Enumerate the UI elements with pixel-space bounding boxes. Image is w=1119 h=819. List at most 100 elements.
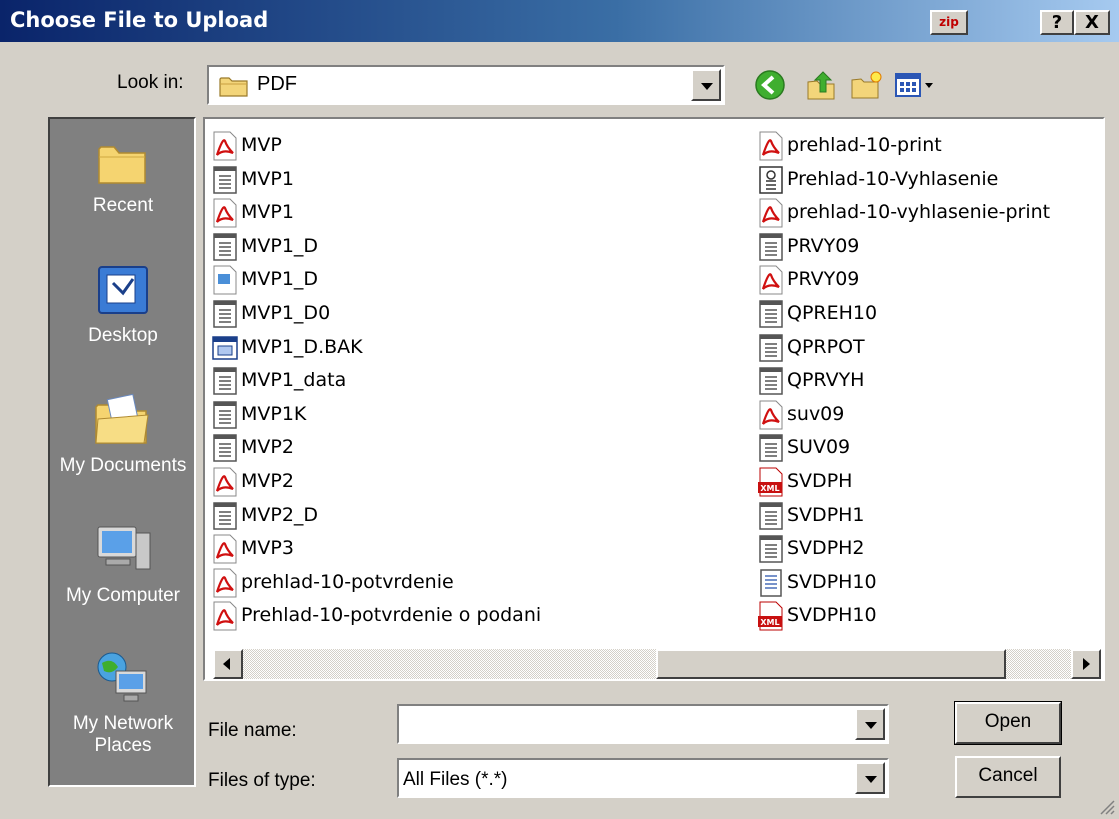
place-my-network-places[interactable]: My Network Places <box>50 647 196 757</box>
text-document-icon <box>213 401 237 429</box>
file-name: MVP1 <box>241 201 294 224</box>
text-document-icon <box>213 434 237 463</box>
file-type-dropdown-button[interactable] <box>855 762 885 794</box>
file-name: MVP2 <box>241 470 294 492</box>
scroll-left-button[interactable] <box>213 649 243 679</box>
up-folder-icon[interactable] <box>804 68 838 102</box>
my-computer-icon <box>97 526 151 570</box>
help-button[interactable]: ? <box>1040 10 1074 35</box>
my-documents-icon <box>95 393 149 444</box>
file-name: MVP1 <box>241 167 294 190</box>
file-type-value: All Files (*.*) <box>403 769 508 790</box>
text-document-icon <box>213 367 237 395</box>
place-label: Recent <box>92 195 154 216</box>
pdf-file-icon <box>759 400 783 430</box>
look-in-dropdown[interactable]: PDF <box>207 65 725 105</box>
place-label: My Documents <box>59 455 187 476</box>
file-type-dropdown[interactable]: All Files (*.*) <box>397 758 889 798</box>
pdf-file-icon <box>213 467 237 497</box>
file-list[interactable]: MVP MVP1 MVP1 MVP1_D MVP1_D MVP1_D0 MVP1_D.BAK… <box>203 117 1105 681</box>
file-name: prehlad-10-potvrdenie <box>241 570 454 593</box>
cancel-button[interactable]: Cancel <box>955 756 1061 798</box>
text-document-icon <box>213 233 237 261</box>
file-name: MVP1_D <box>241 268 319 291</box>
resize-grip-icon[interactable] <box>1097 797 1115 815</box>
svg-text:XML: XML <box>760 618 779 627</box>
text-document-icon <box>213 300 237 328</box>
zip-button[interactable]: zip <box>930 10 968 35</box>
backup-file-icon <box>212 335 238 360</box>
file-name: prehlad-10-vyhlasenie-print <box>787 201 1051 224</box>
scroll-thumb[interactable] <box>656 649 1006 679</box>
text-document-icon <box>213 501 237 530</box>
scroll-right-button[interactable] <box>1071 649 1101 679</box>
recent-folder-icon <box>98 146 146 184</box>
file-name: PRVY09 <box>787 234 860 257</box>
file-name: SVDPH1 <box>787 503 865 526</box>
file-name: MVP1K <box>241 402 307 425</box>
place-label: My Network Places <box>72 713 174 756</box>
title-bar: Choose File to Upload zip ? X <box>0 0 1119 42</box>
new-folder-icon[interactable] <box>850 68 884 102</box>
file-name-field[interactable] <box>397 704 889 744</box>
place-desktop[interactable]: Desktop <box>50 261 196 347</box>
place-recent[interactable]: Recent <box>50 135 196 217</box>
file-name: suv09 <box>787 402 845 425</box>
file-name: SVDPH2 <box>787 537 865 560</box>
file-name: MVP2_D <box>241 503 319 526</box>
file-name-dropdown-button[interactable] <box>855 708 885 740</box>
file-name: MVP1_D.BAK <box>241 335 363 358</box>
notepad-file-icon <box>760 569 782 597</box>
folder-icon <box>219 77 248 97</box>
pdf-file-icon <box>213 131 237 161</box>
file-name: Prehlad-10-potvrdenie o podani <box>241 604 542 627</box>
file-type-label: Files of type: <box>208 770 316 791</box>
file-name: MVP1_data <box>241 369 347 392</box>
file-name: SVDPH <box>787 470 853 492</box>
view-menu-icon[interactable] <box>893 68 943 102</box>
file-name: MVP1_D <box>241 234 319 257</box>
file-name-label: File name: <box>208 720 297 741</box>
file-name: MVP2 <box>241 436 294 459</box>
file-name: MVP3 <box>241 537 294 560</box>
pdf-file-icon <box>213 601 237 631</box>
file-name: SVDPH10 <box>787 604 877 627</box>
pdf-file-icon <box>759 265 783 295</box>
text-document-icon <box>759 501 783 530</box>
xml-file-icon: XML <box>758 467 783 497</box>
back-icon[interactable] <box>753 68 787 102</box>
text-document-icon <box>759 367 783 395</box>
pdf-file-icon <box>759 198 783 228</box>
image-file-icon <box>213 265 237 295</box>
text-document-icon <box>759 233 783 261</box>
place-label: My Computer <box>65 585 181 606</box>
file-name: QPRVYH <box>787 369 865 392</box>
pdf-file-icon <box>213 568 237 598</box>
xml-file-icon: XML <box>758 601 783 631</box>
look-in-label: Look in: <box>117 72 184 93</box>
file-name: QPREH10 <box>787 302 878 324</box>
text-document-icon <box>759 434 783 463</box>
pdf-file-icon <box>213 198 237 228</box>
window-title: Choose File to Upload <box>10 8 269 32</box>
svg-text:XML: XML <box>760 484 779 493</box>
close-button[interactable]: X <box>1074 10 1110 35</box>
pdf-file-icon <box>759 131 783 161</box>
place-my-documents[interactable]: My Documents <box>50 389 196 477</box>
place-my-computer[interactable]: My Computer <box>50 519 196 607</box>
look-in-dropdown-button[interactable] <box>691 69 721 101</box>
look-in-value: PDF <box>257 73 297 95</box>
file-name: PRVY09 <box>787 268 860 291</box>
text-document-icon <box>759 333 783 362</box>
text-document-icon <box>759 300 783 328</box>
file-name: Prehlad-10-Vyhlasenie <box>787 167 999 190</box>
horizontal-scrollbar[interactable] <box>213 649 1101 679</box>
file-name: SUV09 <box>787 436 851 459</box>
pdf-file-icon <box>213 534 237 564</box>
file-name: MVP1_D0 <box>241 302 331 324</box>
text-document-icon <box>213 165 237 194</box>
file-name: QPRPOT <box>787 335 865 358</box>
open-button[interactable]: Open <box>954 701 1062 745</box>
file-name: MVP <box>241 134 282 156</box>
form-file-icon <box>759 165 783 194</box>
